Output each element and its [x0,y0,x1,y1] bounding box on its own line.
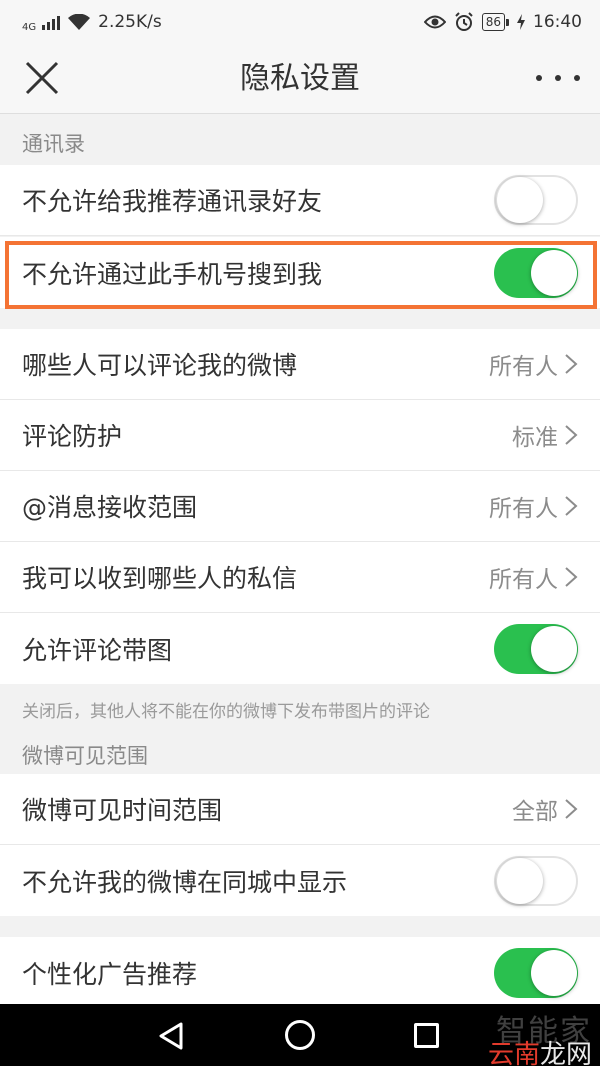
toggle-search-by-phone[interactable] [494,247,578,298]
chevron-right-icon [565,567,578,587]
chevron-right-icon [565,425,578,445]
alarm-icon [455,12,473,31]
battery-level: 86 [481,13,505,31]
watermark: 智能家 云南龙网 [488,1006,592,1066]
network-type: 4G [22,22,37,33]
clock-time: 16:40 [533,12,582,32]
row-private-messages[interactable]: 我可以收到哪些人的私信 所有人 [0,542,600,613]
row-who-can-comment[interactable]: 哪些人可以评论我的微博 所有人 [0,329,600,400]
section-header-contacts: 通讯录 [22,132,85,156]
toggle-local-display[interactable] [494,855,578,906]
row-comment-images[interactable]: 允许评论带图 [0,613,600,684]
chevron-right-icon [565,799,578,819]
wifi-icon [68,14,91,30]
toggle-comment-images[interactable] [494,623,578,674]
row-label: @消息接收范围 [22,493,198,522]
status-bar: 4G 2.25K/s 86 16:40 [0,0,600,44]
row-label: 哪些人可以评论我的微博 [22,351,298,380]
row-value: 所有人 [489,354,558,380]
row-label: 个性化广告推荐 [22,959,198,989]
charging-icon [517,14,525,30]
row-label: 我可以收到哪些人的私信 [22,564,298,593]
row-label: 评论防护 [22,422,123,451]
chevron-right-icon [565,496,578,516]
row-value: 所有人 [489,496,558,522]
system-nav-bar: 智能家 云南龙网 [0,1004,600,1066]
row-label: 微博可见时间范围 [22,796,223,825]
section-header-visibility: 微博可见范围 [22,744,148,768]
watermark-bottom: 云南龙网 [488,1034,592,1066]
more-icon[interactable] [536,66,580,90]
status-right: 86 16:40 [423,12,582,32]
row-mention-range[interactable]: @消息接收范围 所有人 [0,471,600,542]
note-comment-images: 关闭后，其他人将不能在你的微博下发布带图片的评论 [22,702,430,722]
row-search-by-phone[interactable]: 不允许通过此手机号搜到我 [0,237,600,308]
toggle-recommend-contacts[interactable] [494,175,578,225]
network-speed: 2.25K/s [98,12,162,32]
row-label: 不允许给我推荐通讯录好友 [22,187,323,216]
row-recommend-contacts[interactable]: 不允许给我推荐通讯录好友 [0,165,600,236]
row-label: 不允许通过此手机号搜到我 [22,259,323,289]
row-label: 不允许我的微博在同城中显示 [22,867,348,897]
watermark-red: 云南 [487,1040,540,1066]
recent-apps-icon[interactable] [414,1023,439,1048]
nav-bar: 隐私设置 [0,44,600,114]
row-personalized-ads[interactable]: 个性化广告推荐 [0,937,600,1008]
row-local-display[interactable]: 不允许我的微博在同城中显示 [0,845,600,916]
page-title: 隐私设置 [240,61,360,96]
chevron-right-icon [565,354,578,374]
status-left: 4G 2.25K/s [22,11,162,33]
row-comment-protection[interactable]: 评论防护 标准 [0,400,600,471]
row-value: 所有人 [489,567,558,593]
battery-icon: 86 [481,13,509,31]
watermark-rest: 龙网 [539,1040,592,1066]
toggle-personalized-ads[interactable] [494,947,578,998]
row-visibility-range[interactable]: 微博可见时间范围 全部 [0,774,600,845]
row-value: 标准 [512,425,558,451]
row-label: 允许评论带图 [22,635,173,665]
signal-icon [42,14,61,30]
home-icon[interactable] [285,1020,315,1050]
row-value: 全部 [512,799,558,825]
back-icon[interactable] [158,1022,184,1050]
eye-icon [423,15,446,29]
